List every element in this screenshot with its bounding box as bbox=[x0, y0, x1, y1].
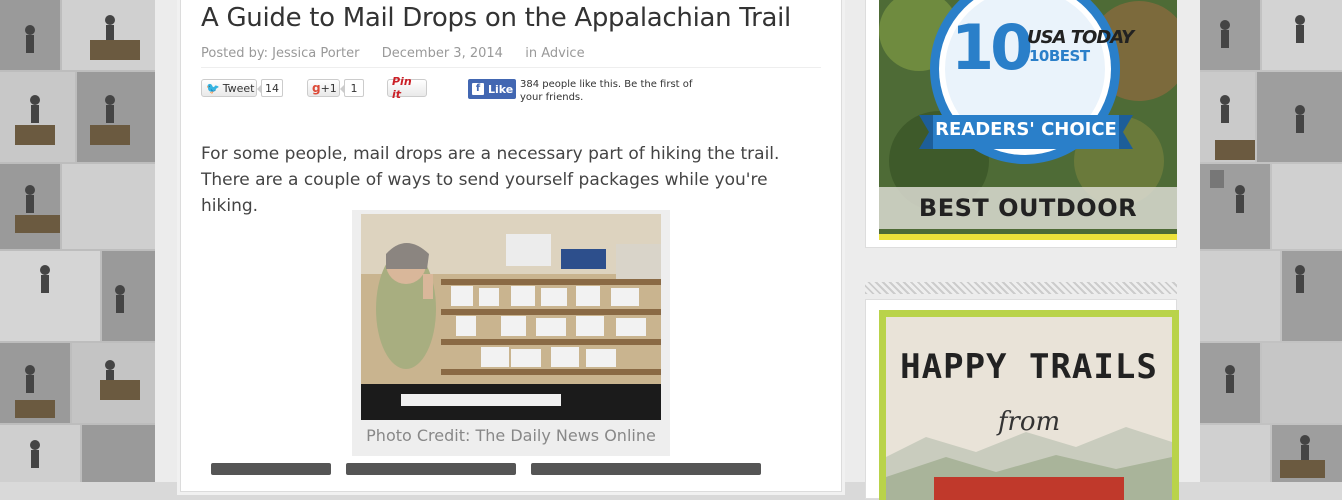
article-figure: Photo Credit: The Daily News Online bbox=[352, 210, 670, 456]
award-number: 10 bbox=[951, 11, 1033, 84]
award-widget: 10 USA TODAY 10BEST READERS' CHOICE BEST… bbox=[865, 0, 1177, 248]
promo-frame[interactable]: HAPPY TRAILS from bbox=[879, 310, 1179, 500]
gplus-button[interactable]: g +1 bbox=[307, 79, 340, 97]
facebook-like-text: 384 people like this. Be the first of yo… bbox=[520, 79, 693, 103]
background-collage-left bbox=[0, 0, 155, 482]
promo-image: HAPPY TRAILS from bbox=[886, 317, 1172, 500]
next-line-fragment bbox=[346, 463, 516, 475]
meta-divider bbox=[201, 67, 821, 68]
collage-photos-left bbox=[0, 0, 155, 482]
accent-bar bbox=[879, 234, 1177, 240]
facebook-like-button[interactable]: f Like bbox=[468, 79, 516, 99]
next-line-fragment bbox=[531, 463, 761, 475]
award-banner: BEST OUTDOOR BLOG bbox=[879, 187, 1177, 229]
twitter-bird-icon: 🐦 bbox=[206, 81, 220, 95]
gplus-label: +1 bbox=[320, 81, 337, 95]
divider-stripes bbox=[865, 282, 1177, 294]
category-link[interactable]: Advice bbox=[541, 46, 584, 61]
intro-paragraph: For some people, mail drops are a necess… bbox=[201, 144, 780, 216]
gplus-count: 1 bbox=[340, 79, 364, 97]
posted-by-label: Posted by: bbox=[201, 46, 268, 61]
facebook-f-icon: f bbox=[472, 83, 484, 95]
promo-from: from bbox=[997, 407, 1061, 437]
post-office-photo bbox=[361, 214, 661, 420]
article-card: A Guide to Mail Drops on the Appalachian… bbox=[180, 0, 842, 492]
tweet-count: 14 bbox=[257, 79, 283, 97]
in-label: in bbox=[525, 46, 538, 61]
award-ribbon: READERS' CHOICE bbox=[935, 119, 1117, 140]
fb-like-label: Like bbox=[488, 82, 514, 96]
background-collage-right bbox=[1200, 0, 1342, 482]
photo-caption: Photo Credit: The Daily News Online bbox=[366, 426, 656, 445]
collage-photos-right bbox=[1200, 0, 1342, 482]
award-brand: USA TODAY bbox=[1027, 27, 1134, 48]
award-badge-image[interactable]: 10 USA TODAY 10BEST READERS' CHOICE BEST… bbox=[879, 0, 1177, 234]
tweet-label: Tweet bbox=[222, 81, 255, 95]
promo-widget: HAPPY TRAILS from bbox=[865, 299, 1179, 500]
share-bar: 🐦 Tweet 14 g +1 1 Pin it f Like 384 peop… bbox=[201, 75, 821, 103]
next-paragraph-partial bbox=[201, 463, 811, 483]
article-title[interactable]: A Guide to Mail Drops on the Appalachian… bbox=[201, 3, 791, 33]
post-date: December 3, 2014 bbox=[381, 46, 503, 61]
promo-headline: HAPPY TRAILS bbox=[900, 347, 1158, 387]
post-meta: Posted by: Jessica Porter December 3, 20… bbox=[201, 46, 585, 61]
award-sub-brand: 10BEST bbox=[1029, 47, 1090, 65]
tweet-button[interactable]: 🐦 Tweet bbox=[201, 79, 257, 97]
pinterest-icon: Pin it bbox=[392, 75, 412, 101]
gplus-icon: g bbox=[312, 81, 321, 95]
page-content: A Guide to Mail Drops on the Appalachian… bbox=[155, 0, 1200, 500]
author-link[interactable]: Jessica Porter bbox=[272, 46, 359, 61]
next-line-fragment bbox=[211, 463, 331, 475]
pin-it-button[interactable]: Pin it bbox=[387, 75, 427, 101]
